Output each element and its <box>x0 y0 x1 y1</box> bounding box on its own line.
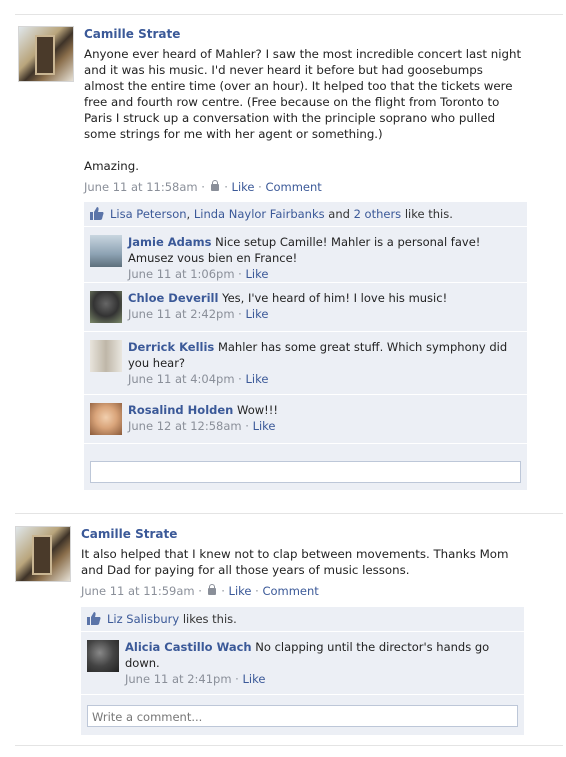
commenter-name[interactable]: Derrick Kellis <box>128 340 214 354</box>
comment-link[interactable]: Comment <box>262 584 318 598</box>
thumbs-up-icon <box>87 612 101 625</box>
privacy-lock-icon[interactable] <box>210 180 219 191</box>
comment-timestamp[interactable]: June 11 at 4:04pm <box>128 372 235 386</box>
liker-name-2[interactable]: Linda Naylor Fairbanks <box>194 207 325 221</box>
comment-like-link[interactable]: Like <box>243 672 266 686</box>
liker-name-1[interactable]: Lisa Peterson <box>110 207 187 221</box>
comment-timestamp[interactable]: June 12 at 12:58am <box>128 419 242 433</box>
comment-input[interactable] <box>90 461 521 483</box>
post-meta: June 11 at 11:58am · · Like · Comment <box>84 180 322 194</box>
comment-text: Wow!!! <box>237 403 278 417</box>
comment-item: Rosalind Holden Wow!!! June 12 at 12:58a… <box>84 395 527 444</box>
comment-like-link[interactable]: Like <box>246 267 269 281</box>
commenter-name[interactable]: Chloe Deverill <box>128 291 218 305</box>
author-avatar[interactable] <box>15 526 71 582</box>
likes-summary: Lisa Peterson, Linda Naylor Fairbanks an… <box>84 202 527 227</box>
commenter-avatar[interactable] <box>90 403 122 435</box>
post-timestamp[interactable]: June 11 at 11:58am <box>84 180 198 194</box>
post-text: It also helped that I knew not to clap b… <box>81 547 509 577</box>
feedback-box: Lisa Peterson, Linda Naylor Fairbanks an… <box>84 202 527 490</box>
post-meta: June 11 at 11:59am · · Like · Comment <box>81 584 319 598</box>
likes-suffix: likes this. <box>182 612 237 626</box>
comment-like-link[interactable]: Like <box>246 307 269 321</box>
like-link[interactable]: Like <box>229 584 252 598</box>
likes-suffix: like this. <box>404 207 453 221</box>
comment-input[interactable]: Write a comment... <box>87 705 518 727</box>
comment-item: Chloe Deverill Yes, I've heard of him! I… <box>84 283 527 332</box>
divider-top <box>15 14 563 15</box>
comment-like-link[interactable]: Like <box>246 372 269 386</box>
comment-text: Yes, I've heard of him! I love his music… <box>222 291 448 305</box>
divider-middle <box>15 513 563 514</box>
comment-timestamp[interactable]: June 11 at 2:42pm <box>128 307 235 321</box>
thumbs-up-icon <box>90 207 104 220</box>
divider-bottom <box>15 745 563 746</box>
comment-link[interactable]: Comment <box>265 180 321 194</box>
comment-timestamp[interactable]: June 11 at 1:06pm <box>128 267 235 281</box>
author-avatar[interactable] <box>18 26 74 82</box>
commenter-avatar[interactable] <box>90 291 122 323</box>
comment-item: Jamie Adams Nice setup Camille! Mahler i… <box>84 227 527 283</box>
commenter-avatar[interactable] <box>90 340 122 372</box>
commenter-avatar[interactable] <box>90 235 122 267</box>
liker-name-1[interactable]: Liz Salisbury <box>107 612 179 626</box>
likes-others-link[interactable]: 2 others <box>354 207 402 221</box>
post-text: Anyone ever heard of Mahler? I saw the m… <box>84 47 522 173</box>
post-timestamp[interactable]: June 11 at 11:59am <box>81 584 195 598</box>
comment-item: Alicia Castillo Wach No clapping until t… <box>81 632 524 695</box>
comment-item: Derrick Kellis Mahler has some great stu… <box>84 332 527 395</box>
comment-like-link[interactable]: Like <box>253 419 276 433</box>
comment-timestamp[interactable]: June 11 at 2:41pm <box>125 672 232 686</box>
commenter-avatar[interactable] <box>87 640 119 672</box>
author-name[interactable]: Camille Strate <box>81 527 551 541</box>
author-name[interactable]: Camille Strate <box>84 27 549 41</box>
commenter-name[interactable]: Alicia Castillo Wach <box>125 640 252 654</box>
like-link[interactable]: Like <box>232 180 255 194</box>
commenter-name[interactable]: Rosalind Holden <box>128 403 233 417</box>
commenter-name[interactable]: Jamie Adams <box>128 235 212 249</box>
likes-summary: Liz Salisbury likes this. <box>81 607 524 632</box>
likes-and: and <box>328 207 350 221</box>
privacy-lock-icon[interactable] <box>207 584 216 595</box>
